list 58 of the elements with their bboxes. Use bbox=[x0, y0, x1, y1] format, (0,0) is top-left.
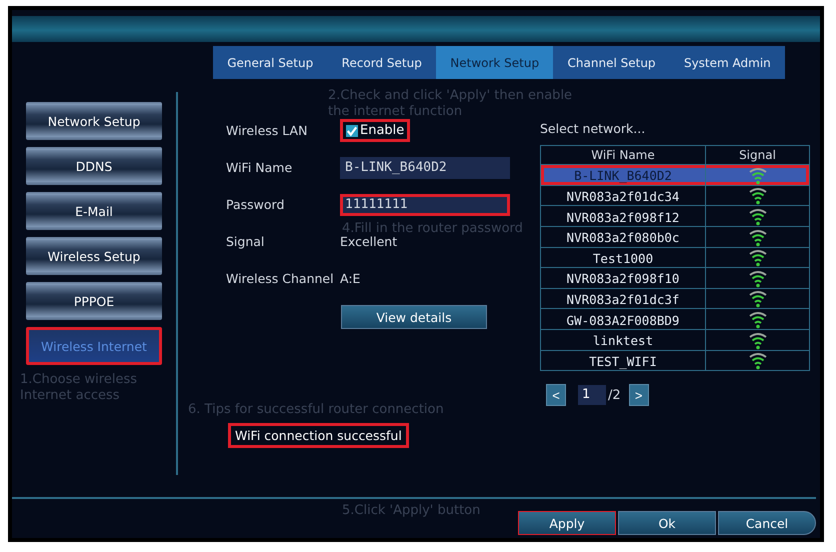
column-header: Signal bbox=[706, 146, 810, 164]
tab[interactable]: Record Setup bbox=[327, 46, 436, 79]
input-field[interactable]: 11111111 bbox=[340, 194, 510, 216]
page-number-field[interactable]: 1 bbox=[578, 385, 606, 406]
network-name: GW-083A2F008BD9 bbox=[566, 312, 680, 328]
annotation-text: 2.Check and click 'Apply' then enable the internet function bbox=[328, 88, 574, 120]
network-name: Test1000 bbox=[592, 250, 654, 266]
wifi-signal-icon bbox=[748, 208, 768, 226]
previous-page-button[interactable]: < bbox=[546, 384, 566, 406]
network-name: NVR083a2f01dc3f bbox=[566, 292, 680, 308]
field-label: Wireless Channel bbox=[226, 271, 335, 286]
field-label: Password bbox=[226, 197, 286, 212]
wifi-signal-icon bbox=[748, 249, 768, 268]
next-page-button[interactable]: > bbox=[628, 384, 649, 406]
wifi-signal-icon bbox=[748, 270, 768, 288]
status-message: WiFi connection successful bbox=[228, 423, 409, 448]
network-name: TEST_WIFI bbox=[589, 354, 657, 369]
wifi-signal-icon bbox=[748, 166, 768, 185]
page-total: /2 bbox=[608, 388, 621, 403]
select-network-label: Select network... bbox=[540, 121, 646, 136]
network-name: NVR083a2f098f12 bbox=[566, 210, 680, 225]
input-field[interactable]: B-LINK_B640D2 bbox=[340, 156, 510, 178]
enable-checkbox[interactable]: Enable bbox=[340, 119, 410, 142]
annotation-text: 1.Choose wireless Internet access bbox=[20, 372, 138, 404]
tab[interactable]: Channel Setup bbox=[553, 46, 670, 79]
field-value: Excellent bbox=[340, 234, 398, 249]
column-header: WiFi Name bbox=[540, 146, 706, 164]
dialog-button[interactable]: Cancel bbox=[718, 511, 816, 535]
check-icon bbox=[346, 124, 358, 136]
network-name: NVR083a2f01dc34 bbox=[566, 188, 680, 204]
sidebar-item[interactable]: PPPOE bbox=[26, 282, 162, 320]
wifi-signal-icon bbox=[748, 290, 768, 308]
sidebar-item[interactable]: Network Setup bbox=[26, 102, 162, 140]
wifi-signal-icon bbox=[748, 228, 768, 246]
field-label: Signal bbox=[226, 234, 266, 249]
wifi-signal-icon bbox=[748, 187, 768, 206]
annotation-text: 5.Click 'Apply' button bbox=[342, 503, 480, 519]
network-name: linktest bbox=[592, 333, 654, 348]
dialog-button[interactable]: Apply bbox=[518, 511, 616, 535]
network-name: NVR083a2f080b0c bbox=[566, 230, 680, 246]
tab[interactable]: System Admin bbox=[670, 46, 785, 79]
dialog-button[interactable]: Ok bbox=[618, 511, 716, 535]
sidebar-item[interactable]: E-Mail bbox=[26, 192, 162, 230]
network-name: NVR083a2f098f10 bbox=[566, 271, 680, 286]
annotation-text: 6. Tips for successful router connection bbox=[188, 402, 444, 418]
tab[interactable]: Network Setup bbox=[436, 46, 554, 79]
sidebar-item[interactable]: Wireless Setup bbox=[26, 237, 162, 275]
field-label: Wireless LAN bbox=[226, 123, 308, 138]
annotation-text: 4.Fill in the router password bbox=[342, 221, 524, 236]
field-value: A:E bbox=[340, 271, 360, 286]
network-name: B-LINK_B640D2 bbox=[574, 168, 672, 184]
view-details-button[interactable]: View details bbox=[341, 305, 487, 329]
wifi-signal-icon bbox=[748, 332, 768, 350]
wifi-signal-icon bbox=[748, 311, 768, 329]
sidebar-item[interactable]: DDNS bbox=[26, 147, 162, 185]
field-label: WiFi Name bbox=[226, 160, 294, 175]
tab[interactable]: General Setup bbox=[213, 46, 328, 79]
wifi-signal-icon bbox=[748, 352, 768, 370]
